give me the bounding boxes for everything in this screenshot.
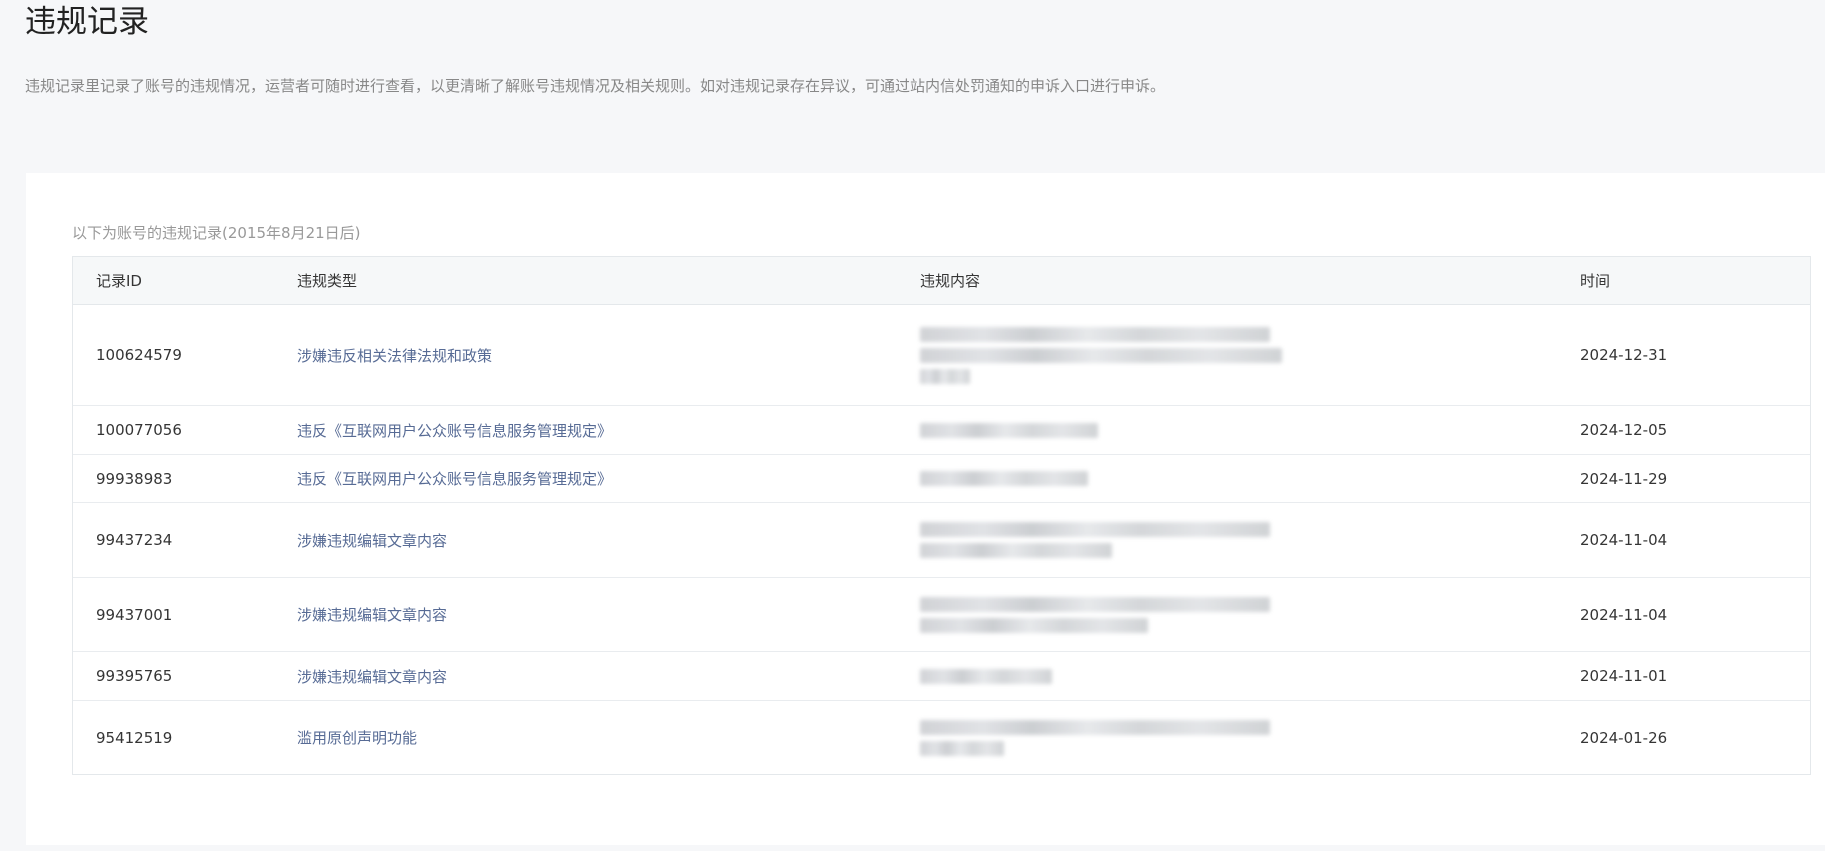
table-row: 99437234 涉嫌违规编辑文章内容 2024-11-04 [73, 503, 1810, 578]
header-time: 时间 [1580, 272, 1611, 290]
table-row: 99938983 违反《互联网用户公众账号信息服务管理规定》 2024-11-2… [73, 455, 1810, 503]
table-row: 99437001 涉嫌违规编辑文章内容 2024-11-04 [73, 578, 1810, 652]
record-id: 95412519 [96, 728, 173, 747]
header-violation-type: 违规类型 [297, 272, 358, 290]
header-record-id: 记录ID [96, 272, 142, 290]
table-row: 100077056 违反《互联网用户公众账号信息服务管理规定》 2024-12-… [73, 406, 1810, 455]
record-time: 2024-11-04 [1580, 531, 1668, 549]
table-header: 记录ID 违规类型 违规内容 时间 [73, 257, 1810, 305]
violation-type: 滥用原创声明功能 [297, 729, 418, 747]
records-caption: 以下为账号的违规记录(2015年8月21日后) [72, 224, 361, 242]
page-description: 违规记录里记录了账号的违规情况，运营者可随时进行查看，以更清晰了解账号违规情况及… [25, 77, 1166, 95]
violation-table: 记录ID 违规类型 违规内容 时间 100624579 涉嫌违反相关法律法规和政… [72, 256, 1811, 775]
violation-type: 违反《互联网用户公众账号信息服务管理规定》 [297, 470, 613, 488]
record-time: 2024-11-29 [1580, 469, 1668, 488]
record-time: 2024-11-01 [1580, 667, 1668, 685]
violation-content-redacted [897, 461, 1557, 496]
table-row: 99395765 涉嫌违规编辑文章内容 2024-11-01 [73, 652, 1810, 701]
record-time: 2024-12-31 [1580, 346, 1668, 364]
violation-type: 涉嫌违反相关法律法规和政策 [297, 346, 493, 365]
record-id: 99437234 [96, 531, 173, 549]
violation-content-redacted [897, 512, 1557, 568]
record-id: 99395765 [96, 667, 173, 685]
header-violation-content: 违规内容 [920, 272, 981, 290]
violation-records-card: 以下为账号的违规记录(2015年8月21日后) 记录ID 违规类型 违规内容 时… [26, 173, 1825, 845]
record-id: 100624579 [96, 346, 182, 364]
violation-content-redacted [897, 710, 1557, 766]
record-id: 99938983 [96, 469, 173, 488]
table-row: 100624579 涉嫌违反相关法律法规和政策 2024-12-31 [73, 305, 1810, 406]
record-time: 2024-12-05 [1580, 421, 1668, 439]
table-row: 95412519 滥用原创声明功能 2024-01-26 [73, 701, 1810, 774]
record-time: 2024-01-26 [1580, 728, 1668, 747]
violation-content-redacted [897, 659, 1557, 694]
violation-type: 违反《互联网用户公众账号信息服务管理规定》 [297, 421, 613, 440]
violation-content-redacted [897, 413, 1557, 448]
violation-type: 涉嫌违规编辑文章内容 [297, 531, 448, 550]
record-time: 2024-11-04 [1580, 605, 1668, 624]
page-title: 违规记录 [25, 4, 149, 40]
violation-content-redacted [897, 587, 1557, 643]
record-id: 100077056 [96, 421, 182, 439]
violation-type: 涉嫌违规编辑文章内容 [297, 606, 448, 624]
violation-content-redacted [897, 317, 1557, 394]
record-id: 99437001 [96, 605, 173, 624]
violation-type: 涉嫌违规编辑文章内容 [297, 667, 448, 686]
